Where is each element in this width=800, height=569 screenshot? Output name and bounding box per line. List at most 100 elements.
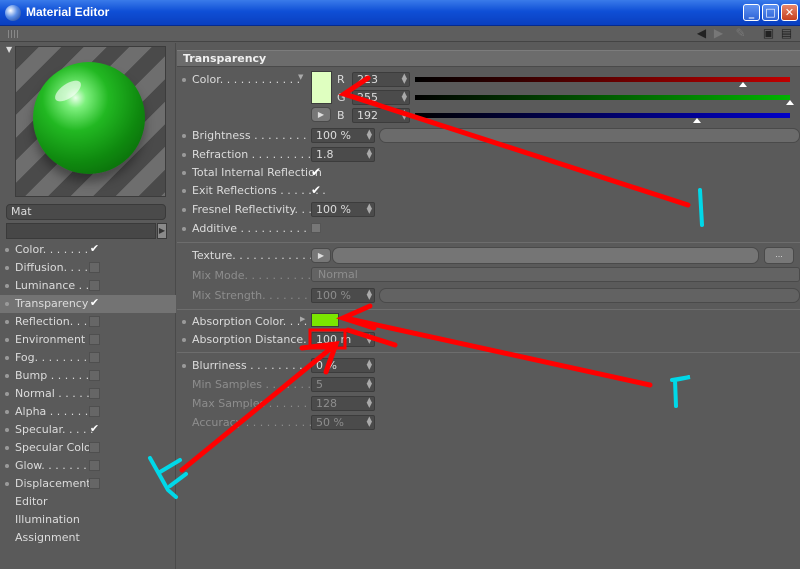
- rgb-key-b: B: [337, 109, 345, 122]
- channel-checkbox[interactable]: [89, 478, 100, 489]
- rgb-field-g[interactable]: 255 ▲ ▼: [352, 90, 410, 105]
- texture-browse-button[interactable]: ...: [764, 247, 794, 264]
- grip-icon[interactable]: [8, 30, 18, 38]
- additive-checkbox[interactable]: [311, 223, 321, 233]
- texture-field[interactable]: [332, 247, 759, 264]
- lock-icon[interactable]: ▣: [762, 27, 775, 40]
- blurriness-field[interactable]: 0 % ▲ ▼: [311, 358, 375, 373]
- channel-item[interactable]: Color. . . . . . . ✔: [0, 241, 176, 259]
- channel-item[interactable]: Illumination: [0, 511, 176, 529]
- channel-checkbox[interactable]: [89, 442, 100, 453]
- channel-item[interactable]: Specular Color: [0, 439, 176, 457]
- rgb-slider-g[interactable]: [415, 95, 790, 100]
- refraction-field[interactable]: 1.8 ▲ ▼: [311, 147, 375, 162]
- color-dropdown-icon[interactable]: ▼: [298, 73, 303, 81]
- minimize-icon[interactable]: _: [743, 4, 760, 21]
- channel-checkbox[interactable]: ✔: [89, 423, 100, 435]
- color-label: Color. . . . . . . . . . . .: [192, 73, 301, 86]
- rgb-field-b[interactable]: 192 ▲ ▼: [352, 108, 410, 123]
- divider: [177, 352, 800, 353]
- absorption-color-label: Absorption Color. . . . . . .: [192, 315, 329, 328]
- channel-item[interactable]: Displacement: [0, 475, 176, 493]
- channel-item[interactable]: Assignment: [0, 529, 176, 547]
- material-name-field[interactable]: Mat: [6, 204, 166, 220]
- mix-mode-dropdown[interactable]: Normal: [311, 267, 800, 282]
- exit-reflections-checkbox[interactable]: ✔: [311, 184, 322, 196]
- absorption-distance-field[interactable]: 100 m ▲ ▼: [311, 332, 375, 347]
- channel-checkbox[interactable]: [89, 352, 100, 363]
- channel-checkbox[interactable]: ✔: [89, 297, 100, 309]
- fresnel-label: Fresnel Reflectivity. . . .: [192, 203, 319, 216]
- texture-menu-button[interactable]: ▶: [311, 248, 331, 263]
- channel-checkbox[interactable]: [89, 370, 100, 381]
- channel-checkbox[interactable]: [89, 334, 100, 345]
- channel-checkbox[interactable]: ✔: [89, 243, 100, 255]
- channel-item[interactable]: Transparency ✔: [0, 295, 176, 313]
- channel-label: Specular. . . . .: [15, 423, 94, 436]
- material-sub-field[interactable]: [6, 223, 156, 239]
- color-picker-button[interactable]: ▶: [311, 107, 331, 122]
- channel-item[interactable]: Glow. . . . . . .: [0, 457, 176, 475]
- material-preview[interactable]: [15, 46, 166, 197]
- arrow-right-icon[interactable]: ▶: [712, 27, 725, 40]
- toolbar: ◀ ▶ ✎ ▣ ▤: [0, 26, 800, 42]
- rgb-field-r[interactable]: 223 ▲ ▼: [352, 72, 410, 87]
- channel-item[interactable]: Diffusion. . . . .: [0, 259, 176, 277]
- accuracy-label: Accuracy . . . . . . . . . . . .: [192, 416, 327, 429]
- rgb-slider-handle[interactable]: [739, 82, 748, 87]
- expand-arrow-icon[interactable]: ▶: [157, 223, 167, 239]
- rgb-slider-b[interactable]: [415, 113, 790, 118]
- brightness-slider[interactable]: [379, 128, 800, 143]
- channel-label: Normal . . . . .: [15, 387, 90, 400]
- channel-checkbox[interactable]: [89, 406, 100, 417]
- channel-item[interactable]: Alpha . . . . . .: [0, 403, 176, 421]
- channel-label: Luminance . . .: [15, 279, 97, 292]
- channel-dot: [5, 428, 9, 432]
- mix-strength-value: 100 %: [316, 289, 351, 302]
- channel-item[interactable]: Bump . . . . . .: [0, 367, 176, 385]
- menu-icon[interactable]: ▤: [780, 27, 793, 40]
- channel-dot: [5, 302, 9, 306]
- refraction-value: 1.8: [316, 148, 334, 161]
- channel-checkbox[interactable]: [89, 316, 100, 327]
- channel-dot: [5, 464, 9, 468]
- mix-strength-slider[interactable]: [379, 288, 800, 303]
- channel-label: Editor: [15, 495, 48, 508]
- channel-item[interactable]: Editor: [0, 493, 176, 511]
- color-swatch[interactable]: [311, 71, 332, 104]
- rgb-slider-handle[interactable]: [693, 118, 702, 123]
- channel-dot: [5, 248, 9, 252]
- channel-checkbox[interactable]: [89, 460, 100, 471]
- refraction-label: Refraction . . . . . . . . . .: [192, 148, 319, 161]
- absorption-distance-value: 100 m: [316, 333, 352, 346]
- maximize-icon[interactable]: □: [762, 4, 779, 21]
- fresnel-field[interactable]: 100 % ▲ ▼: [311, 202, 375, 217]
- collapse-icon[interactable]: ▼: [6, 45, 12, 54]
- channel-item[interactable]: Normal . . . . .: [0, 385, 176, 403]
- channel-item[interactable]: Environment: [0, 331, 176, 349]
- channel-item[interactable]: Fog. . . . . . . .: [0, 349, 176, 367]
- arrow-left-icon[interactable]: ◀: [695, 27, 708, 40]
- close-icon[interactable]: ✕: [781, 4, 798, 21]
- rgb-slider-handle[interactable]: [786, 100, 794, 105]
- brightness-field[interactable]: 100 % ▲ ▼: [311, 128, 375, 143]
- channel-checkbox[interactable]: [89, 262, 100, 273]
- channel-item[interactable]: Luminance . . .: [0, 277, 176, 295]
- channel-dot: [5, 392, 9, 396]
- absorption-dropdown-icon[interactable]: ▶: [300, 315, 305, 323]
- min-samples-field[interactable]: 5 ▲ ▼: [311, 377, 375, 392]
- channel-item[interactable]: Reflection. . . .: [0, 313, 176, 331]
- edit-icon[interactable]: ✎: [734, 27, 747, 40]
- channel-item[interactable]: Specular. . . . . ✔: [0, 421, 176, 439]
- channel-checkbox[interactable]: [89, 280, 100, 291]
- channel-checkbox[interactable]: [89, 388, 100, 399]
- mix-strength-field[interactable]: 100 % ▲ ▼: [311, 288, 375, 303]
- total-internal-reflection-checkbox[interactable]: ✔: [311, 166, 322, 178]
- rgb-slider-r[interactable]: [415, 77, 790, 82]
- max-samples-field[interactable]: 128 ▲ ▼: [311, 396, 375, 411]
- absorption-color-swatch[interactable]: [311, 313, 339, 327]
- texture-label: Texture. . . . . . . . . . . . .: [192, 249, 320, 262]
- min-samples-label: Min Samples . . . . . . . . .: [192, 378, 325, 391]
- channel-list: Color. . . . . . . ✔ Diffusion. . . . . Lu…: [0, 241, 176, 547]
- accuracy-field[interactable]: 50 % ▲ ▼: [311, 415, 375, 430]
